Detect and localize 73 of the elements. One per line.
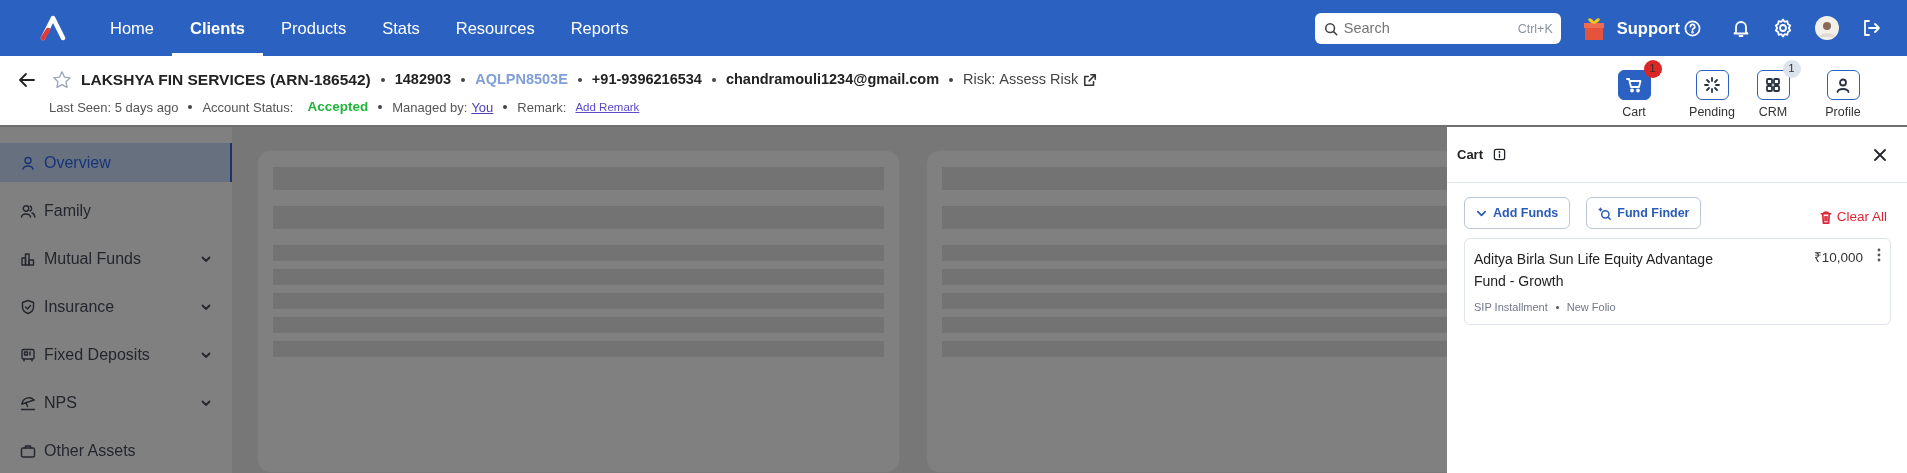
clear-all-button[interactable]: Clear All xyxy=(1819,206,1887,228)
sidebar-item[interactable]: Mutual Funds xyxy=(0,239,232,278)
profile-icon xyxy=(1834,76,1852,94)
email-address: chandramouli1234@gmail.com xyxy=(725,69,940,89)
shortcut-hint: Ctrl+K xyxy=(1517,20,1553,38)
settings-icon[interactable] xyxy=(1773,18,1793,38)
search-icon xyxy=(1598,206,1612,220)
safe-icon xyxy=(20,346,36,363)
sidebar-item[interactable]: Fixed Deposits xyxy=(0,335,232,374)
fund-amount: ₹10,000 xyxy=(1813,249,1863,267)
bag-icon xyxy=(20,442,36,459)
manager-link[interactable]: You xyxy=(471,97,494,118)
logout-icon[interactable] xyxy=(1861,18,1881,38)
action-label: Pending xyxy=(1689,104,1735,121)
nav-link[interactable]: Products xyxy=(263,0,365,56)
phone-number: +91-9396216534 xyxy=(591,69,702,89)
sidebar-item[interactable]: Other Assets xyxy=(0,431,232,470)
risk-label: Risk: xyxy=(963,69,996,89)
crm-button[interactable] xyxy=(1756,70,1790,100)
count-badge: 1 xyxy=(1643,60,1662,78)
account-status: Accepted xyxy=(307,98,369,117)
last-seen: Last Seen: 5 days ago xyxy=(49,98,179,117)
action-label: Cart xyxy=(1622,104,1646,121)
managed-label: Managed by: xyxy=(392,98,468,117)
sidebar-item[interactable]: NPS xyxy=(0,383,232,422)
count-badge: 1 xyxy=(1782,60,1801,78)
external-link-icon[interactable] xyxy=(1083,72,1098,87)
sidebar-item[interactable]: Family xyxy=(0,191,232,230)
client-name: LAKSHYA FIN SERVICES (ARN-186542) xyxy=(81,70,371,90)
logo-icon[interactable] xyxy=(40,15,66,41)
status-label: Account Status: xyxy=(202,98,294,117)
star-icon[interactable] xyxy=(52,69,72,90)
nav-link[interactable]: Home xyxy=(92,0,172,56)
nav-link[interactable]: Reports xyxy=(552,0,647,56)
cart-icon xyxy=(1625,76,1643,94)
sidebar-item[interactable]: Insurance xyxy=(0,287,232,326)
umbrella-icon xyxy=(20,394,36,411)
action-label: Profile xyxy=(1825,104,1861,121)
gift-icon[interactable] xyxy=(1582,15,1605,41)
people-icon xyxy=(20,202,36,219)
avatar-icon[interactable] xyxy=(1815,16,1839,40)
folio-type: New Folio xyxy=(1566,300,1616,315)
cart-button[interactable] xyxy=(1617,70,1651,100)
fund-finder-button[interactable]: Fund Finder xyxy=(1586,197,1702,229)
chart-icon xyxy=(20,250,36,267)
support-link[interactable]: Support xyxy=(1616,15,1701,41)
client-code: 1482903 xyxy=(394,69,452,89)
transaction-type: SIP Installment xyxy=(1474,300,1548,315)
action-label: CRM xyxy=(1758,104,1788,121)
trash-icon xyxy=(1819,210,1832,224)
pending-icon xyxy=(1703,76,1721,94)
search-icon xyxy=(1323,21,1338,36)
info-icon[interactable] xyxy=(1493,148,1506,161)
shield-icon xyxy=(20,298,36,315)
add-funds-button[interactable]: Add Funds xyxy=(1464,197,1571,229)
remark-label: Remark: xyxy=(517,98,567,117)
profile-button[interactable] xyxy=(1826,70,1860,100)
person-icon xyxy=(20,154,36,171)
panel-title: Cart xyxy=(1457,145,1483,164)
fund-name: Aditya Birla Sun Life Equity Advantage Fund - Growth xyxy=(1474,250,1714,291)
back-icon[interactable] xyxy=(18,70,36,89)
nav-link[interactable]: Stats xyxy=(364,0,438,56)
assess-risk-link[interactable]: Assess Risk xyxy=(999,68,1079,91)
close-icon[interactable] xyxy=(1873,147,1887,162)
pan-number: AQLPN8503E xyxy=(475,69,568,89)
bell-icon[interactable] xyxy=(1731,18,1751,38)
crm-icon xyxy=(1764,76,1782,94)
more-options-icon[interactable] xyxy=(1877,248,1881,262)
support-label: Support xyxy=(1616,17,1680,39)
add-remark-link[interactable]: Add Remark xyxy=(575,98,640,116)
help-icon xyxy=(1684,19,1701,37)
pending-button[interactable] xyxy=(1695,70,1729,100)
nav-link[interactable]: Resources xyxy=(437,0,553,56)
